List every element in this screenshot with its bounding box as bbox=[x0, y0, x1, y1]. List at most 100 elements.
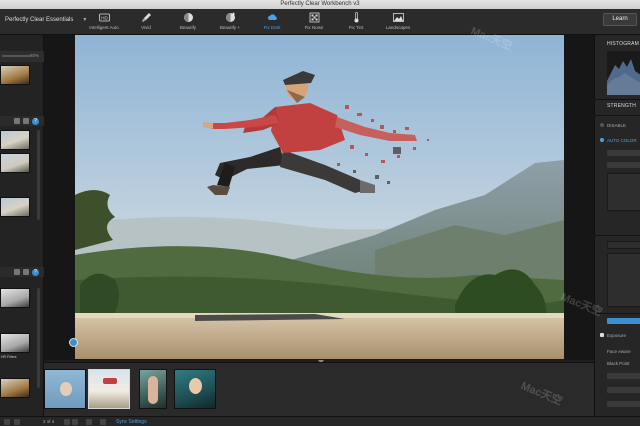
preset-buttons: HD Intelligent Auto Vivid Beautify Beaut… bbox=[83, 9, 419, 35]
thumb-label: HR Filters bbox=[1, 355, 17, 359]
preset-label: Intelligent Auto bbox=[89, 25, 119, 30]
image-counter: 2 of 4 bbox=[43, 419, 55, 424]
grid-icon[interactable] bbox=[14, 269, 20, 275]
preset-fix-dark[interactable]: Fix Dark bbox=[251, 9, 293, 35]
preset-thumbnail[interactable] bbox=[0, 288, 30, 308]
divider bbox=[595, 235, 640, 236]
preset-fix-tint[interactable]: Fix Tint bbox=[335, 9, 377, 35]
preset-thumbnail[interactable] bbox=[0, 65, 30, 85]
auto-color-toggle[interactable]: AUTO COLOR bbox=[600, 136, 637, 144]
slider[interactable] bbox=[607, 150, 640, 156]
hd-icon: HD bbox=[98, 12, 110, 23]
strength-slider[interactable] bbox=[2, 55, 30, 57]
preset-label: Beautify bbox=[179, 25, 197, 30]
toolbar: Perfectly Clear Essentials ▾ HD Intellige… bbox=[0, 9, 640, 35]
delete-icon[interactable] bbox=[100, 419, 106, 425]
compare-arrows-icon[interactable] bbox=[69, 338, 78, 347]
active-slider[interactable] bbox=[607, 318, 640, 324]
preset-tools: ? bbox=[0, 267, 44, 277]
slider[interactable] bbox=[607, 373, 640, 379]
preset-thumbnail[interactable] bbox=[0, 378, 30, 398]
prev-icon[interactable] bbox=[64, 419, 70, 425]
settings-box bbox=[607, 253, 640, 307]
black-point-row[interactable]: Black Point bbox=[600, 359, 630, 367]
histogram bbox=[607, 51, 640, 95]
settings-box bbox=[607, 173, 640, 211]
preset-thumbnail[interactable] bbox=[0, 130, 30, 150]
left-scrollbar[interactable] bbox=[37, 130, 40, 220]
filmstrip-item-selected[interactable] bbox=[88, 369, 130, 409]
slider[interactable] bbox=[607, 387, 640, 393]
slider[interactable] bbox=[607, 162, 640, 168]
compare-icon[interactable] bbox=[14, 419, 20, 425]
left-panel: 60% ? ? HR Filters bbox=[0, 35, 44, 416]
preset-intelligent-auto[interactable]: HD Intelligent Auto bbox=[83, 9, 125, 35]
landscape-icon bbox=[392, 12, 404, 23]
exposure-label: Exposure bbox=[607, 332, 627, 338]
right-panel: HISTOGRAM STRENGTH DISABLE AUTO COLOR Ex bbox=[594, 35, 640, 416]
auto-color-label: AUTO COLOR bbox=[607, 137, 637, 143]
title-bar: Perfectly Clear Workbench v3 bbox=[0, 0, 640, 9]
canvas-area bbox=[44, 35, 594, 364]
preset-fix-noise[interactable]: Fix Noise bbox=[293, 9, 335, 35]
cloud-icon bbox=[267, 12, 278, 23]
settings-row[interactable] bbox=[607, 241, 640, 249]
left-scrollbar[interactable] bbox=[37, 288, 40, 388]
strength-row: 60% bbox=[0, 51, 44, 62]
preset-beautify-plus[interactable]: Beautify + bbox=[209, 9, 251, 35]
help-icon[interactable]: ? bbox=[32, 117, 39, 125]
filmstrip bbox=[44, 362, 594, 416]
histogram-heading: HISTOGRAM bbox=[607, 41, 639, 47]
preset-selector-label: Perfectly Clear Essentials bbox=[5, 17, 74, 23]
preset-label: Fix Tint bbox=[348, 25, 364, 30]
strength-heading: STRENGTH bbox=[607, 103, 637, 109]
next-icon[interactable] bbox=[72, 419, 78, 425]
main-photo[interactable] bbox=[75, 35, 564, 359]
strength-value: 60% bbox=[29, 53, 39, 58]
preset-thumbnail[interactable] bbox=[0, 333, 30, 353]
preset-label: Landscapes bbox=[385, 25, 411, 30]
black-point-label: Black Point bbox=[607, 360, 630, 366]
grid-icon[interactable] bbox=[14, 118, 20, 124]
divider bbox=[595, 115, 640, 116]
divider bbox=[595, 99, 640, 100]
preset-beautify[interactable]: Beautify bbox=[167, 9, 209, 35]
face-aware-row[interactable]: Face Aware bbox=[600, 347, 631, 355]
figure-shape bbox=[148, 376, 158, 404]
preset-thumbnail[interactable] bbox=[0, 197, 30, 217]
slider[interactable] bbox=[607, 401, 640, 407]
preset-label: Fix Noise bbox=[304, 25, 324, 30]
list-icon[interactable] bbox=[23, 118, 29, 124]
radio-dot bbox=[600, 138, 604, 142]
zoom-icon[interactable] bbox=[4, 419, 10, 425]
radio-dot bbox=[600, 123, 604, 127]
rotate-icon[interactable] bbox=[86, 419, 92, 425]
preset-selector[interactable]: Perfectly Clear Essentials ▾ bbox=[5, 16, 86, 23]
divider bbox=[595, 313, 640, 314]
beautify-plus-icon bbox=[225, 12, 236, 23]
figure-shape bbox=[103, 378, 117, 384]
sync-settings-button[interactable]: Sync Settings bbox=[116, 418, 147, 426]
filmstrip-item[interactable] bbox=[174, 369, 216, 409]
filmstrip-item[interactable] bbox=[44, 369, 86, 409]
status-bar: 2 of 4 Sync Settings bbox=[0, 416, 640, 426]
preset-thumbnail[interactable] bbox=[0, 153, 30, 173]
preset-label: Fix Dark bbox=[263, 25, 281, 30]
learn-button[interactable]: Learn bbox=[603, 13, 637, 26]
checkbox bbox=[600, 333, 604, 337]
list-icon[interactable] bbox=[23, 269, 29, 275]
noise-icon bbox=[309, 12, 320, 23]
preset-landscapes[interactable]: Landscapes bbox=[377, 9, 419, 35]
preset-vivid[interactable]: Vivid bbox=[125, 9, 167, 35]
window-title: Perfectly Clear Workbench v3 bbox=[280, 1, 360, 7]
disable-label: DISABLE bbox=[607, 122, 627, 128]
brush-icon bbox=[141, 12, 152, 23]
disable-toggle[interactable]: DISABLE bbox=[600, 121, 626, 129]
preset-label: Beautify + bbox=[219, 25, 241, 30]
thermometer-icon bbox=[351, 12, 362, 23]
exposure-check[interactable]: Exposure bbox=[600, 331, 626, 339]
filmstrip-item[interactable] bbox=[139, 369, 167, 409]
preset-tools: ? bbox=[0, 116, 44, 126]
face-shape bbox=[189, 378, 202, 394]
help-icon[interactable]: ? bbox=[32, 268, 39, 276]
